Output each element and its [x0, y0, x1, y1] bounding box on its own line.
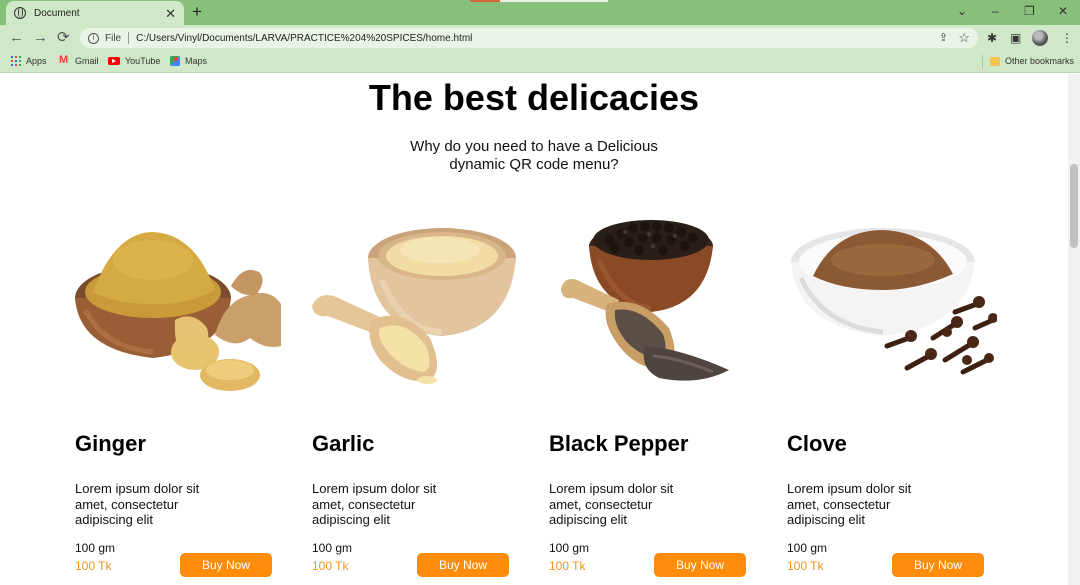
tab-strip-accent [470, 0, 500, 2]
ginger-powder-image [75, 232, 281, 391]
apps-grid-icon [11, 56, 21, 66]
buy-now-button[interactable]: Buy Now [654, 553, 746, 577]
forward-button[interactable]: → [33, 29, 48, 47]
product-description: Lorem ipsum dolor sit amet, consectetur … [75, 481, 200, 527]
browser-toolbar: ← → ⟳ i File C:/Users/Vinyl/Documents/LA… [0, 25, 1080, 51]
buy-now-button[interactable]: Buy Now [180, 553, 272, 577]
product-name: Ginger [75, 431, 146, 456]
garlic-powder-image [312, 228, 516, 384]
product-price: 100 Tk [75, 559, 112, 573]
other-bookmarks[interactable]: Other bookmarks [990, 56, 1074, 66]
close-tab-icon[interactable]: ✕ [165, 7, 176, 20]
product-weight: 100 gm [75, 541, 116, 555]
product-description: Lorem ipsum dolor sit amet, consectetur … [312, 481, 437, 527]
bookmark-gmail[interactable]: Gmail [59, 54, 99, 66]
tab-search-icon[interactable]: ⌄ [957, 4, 967, 18]
globe-icon [14, 7, 26, 19]
browser-tab[interactable]: Document ✕ [6, 1, 184, 25]
menu-icon[interactable]: ⋮ [1061, 31, 1073, 45]
address-separator [128, 32, 130, 44]
file-label: File [105, 32, 122, 44]
product-name: Garlic [312, 431, 375, 456]
product-price: 100 Tk [312, 559, 349, 573]
product-price: 100 Tk [787, 559, 824, 573]
reload-button[interactable]: ⟳ [57, 29, 70, 47]
product-name: Clove [787, 431, 847, 456]
extensions-icon[interactable]: ✱ [987, 31, 997, 45]
product-weight: 100 gm [549, 541, 590, 555]
bookmark-star-icon[interactable]: ☆ [958, 30, 970, 46]
bookmark-label: Gmail [75, 56, 99, 66]
page-content: The best delicacies Why do you need to h… [0, 74, 1068, 585]
product-card-black-pepper: Black Pepper Lorem ipsum dolor sit amet,… [549, 220, 769, 580]
tab-title: Document [34, 7, 80, 19]
product-card-garlic: Garlic Lorem ipsum dolor sit amet, conse… [312, 220, 532, 580]
product-weight: 100 gm [312, 541, 353, 555]
clove-powder-image [791, 228, 997, 375]
tab-strip: Document ✕ + ⌄ – ❐ ✕ [0, 0, 1080, 25]
new-tab-button[interactable]: + [192, 3, 202, 20]
close-window-button[interactable]: ✕ [1058, 4, 1068, 18]
profile-avatar[interactable] [1032, 30, 1048, 46]
product-weight: 100 gm [787, 541, 828, 555]
back-button[interactable]: ← [9, 29, 24, 47]
page-title: The best delicacies [368, 77, 700, 118]
restore-button[interactable]: ❐ [1024, 4, 1035, 18]
buy-now-button[interactable]: Buy Now [417, 553, 509, 577]
bookmark-label: Apps [26, 56, 47, 66]
share-icon[interactable]: ⇪ [939, 31, 948, 44]
scrollbar-thumb[interactable] [1070, 164, 1078, 248]
page-subtitle: Why do you need to have a Delicious dyna… [410, 138, 658, 173]
site-info-icon[interactable]: i [88, 32, 99, 44]
product-card-clove: Clove Lorem ipsum dolor sit amet, consec… [787, 220, 1007, 580]
buy-now-button[interactable]: Buy Now [892, 553, 984, 577]
gmail-icon [59, 54, 70, 66]
product-name: Black Pepper [549, 431, 689, 456]
bookmarks-bar: Apps Gmail YouTube Maps Other bookmarks [0, 51, 1080, 73]
bookmark-label: YouTube [125, 56, 161, 66]
bookmark-apps[interactable]: Apps [11, 56, 47, 66]
other-bookmarks-label: Other bookmarks [1005, 56, 1075, 66]
bookmarks-divider [982, 55, 983, 69]
black-pepper-image [561, 220, 729, 381]
product-card-ginger: Ginger Lorem ipsum dolor sit amet, conse… [75, 220, 295, 580]
maps-icon [170, 56, 180, 66]
bookmark-label: Maps [185, 56, 208, 66]
bookmark-youtube[interactable]: YouTube [108, 56, 160, 66]
product-price: 100 Tk [549, 559, 586, 573]
address-bar[interactable]: i File C:/Users/Vinyl/Documents/LARVA/PR… [80, 28, 978, 48]
minimize-button[interactable]: – [992, 4, 999, 18]
product-description: Lorem ipsum dolor sit amet, consectetur … [787, 481, 912, 527]
tab-strip-accent-light [500, 0, 608, 2]
youtube-icon [108, 57, 120, 65]
product-description: Lorem ipsum dolor sit amet, consectetur … [549, 481, 674, 527]
url-text[interactable]: C:/Users/Vinyl/Documents/LARVA/PRACTICE%… [136, 33, 472, 44]
side-panel-icon[interactable]: ▣ [1010, 31, 1021, 45]
page-scrollbar[interactable] [1068, 74, 1080, 585]
bookmark-maps[interactable]: Maps [170, 56, 207, 66]
folder-icon [990, 56, 1000, 66]
